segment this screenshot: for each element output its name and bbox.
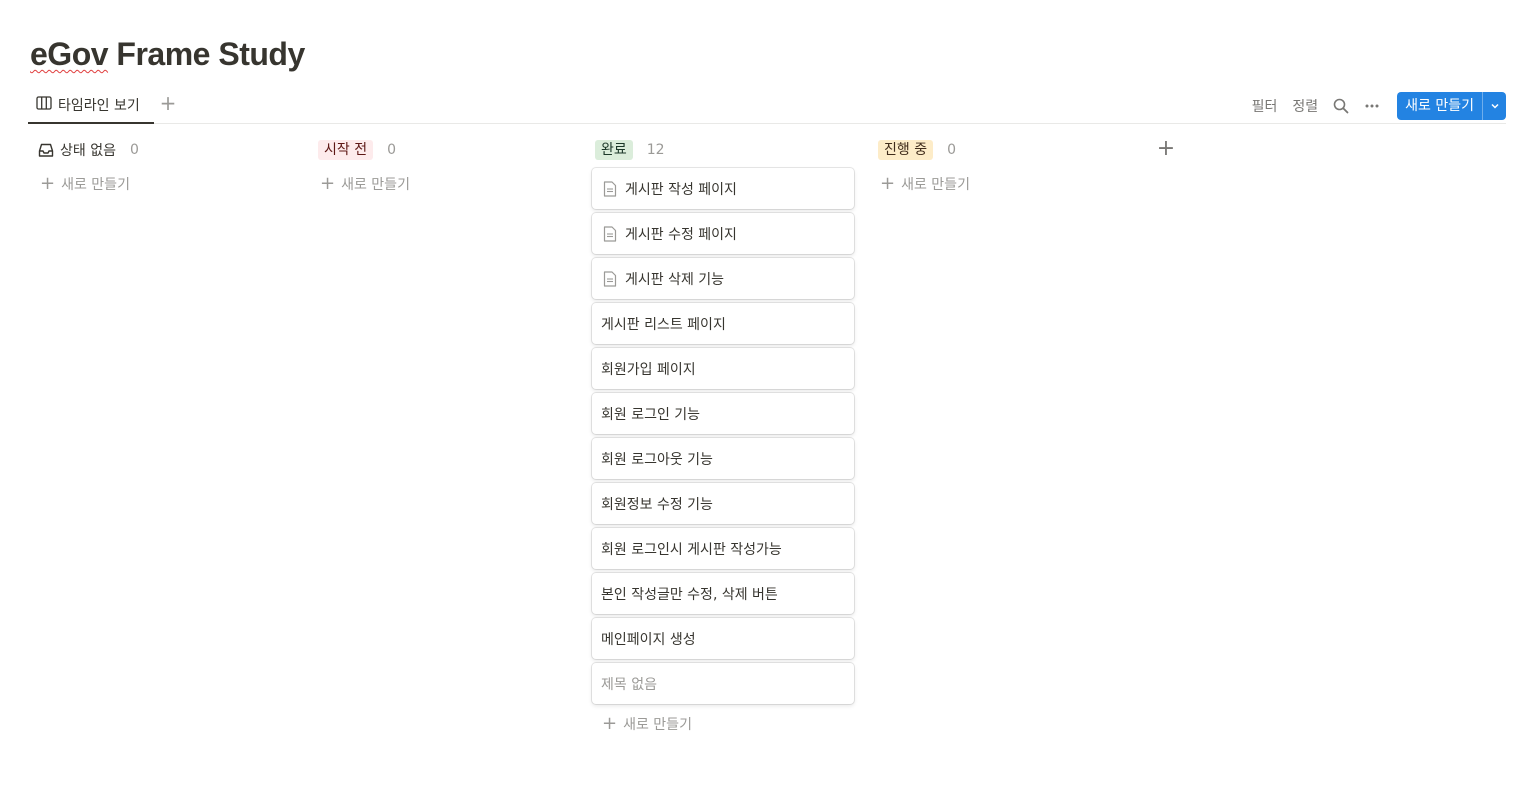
card-title: 회원 로그인 기능	[601, 406, 701, 423]
card-title: 회원 로그아웃 기능	[601, 451, 713, 468]
search-button[interactable]	[1333, 98, 1349, 114]
tab-timeline-view[interactable]: 타임라인 보기	[28, 88, 154, 124]
add-card-button[interactable]: + 새로 만들기	[310, 174, 572, 194]
plus-icon: +	[40, 173, 56, 194]
plus-icon: +	[602, 713, 618, 734]
add-card-label: 새로 만들기	[341, 177, 410, 193]
card-title: 게시판 삭제 기능	[625, 271, 725, 288]
column-count: 0	[129, 142, 139, 158]
card-title: 게시판 리스트 페이지	[601, 316, 726, 333]
board-card[interactable]: 회원 로그인 기능	[592, 393, 854, 434]
new-button-dropdown[interactable]	[1482, 92, 1506, 120]
status-tag: 완료	[595, 140, 633, 160]
column-count: 12	[646, 142, 665, 158]
card-title: 회원정보 수정 기능	[601, 496, 713, 513]
board-column-not-started: 시작 전 0 + 새로 만들기	[310, 138, 572, 194]
board-card-untitled[interactable]: 제목 없음	[592, 663, 854, 704]
column-count: 0	[947, 142, 957, 158]
status-tag: 진행 중	[878, 140, 934, 160]
column-header[interactable]: 상태 없음 0	[30, 138, 292, 162]
card-title: 게시판 수정 페이지	[625, 226, 737, 243]
board-card[interactable]: 회원 로그아웃 기능	[592, 438, 854, 479]
add-card-button[interactable]: + 새로 만들기	[30, 174, 292, 194]
card-title: 본인 작성글만 수정, 삭제 버튼	[601, 586, 778, 603]
board-card[interactable]: 회원정보 수정 기능	[592, 483, 854, 524]
add-card-button[interactable]: + 새로 만들기	[870, 174, 1132, 194]
plus-icon: +	[880, 173, 896, 194]
board-column-no-status: 상태 없음 0 + 새로 만들기	[30, 138, 292, 194]
new-button[interactable]: 새로 만들기	[1397, 92, 1506, 120]
card-title: 메인페이지 생성	[601, 631, 696, 648]
page-title-spellchecked-word: eGov	[30, 36, 109, 72]
add-group-button[interactable]: +	[1155, 138, 1177, 160]
column-header[interactable]: 시작 전 0	[310, 138, 572, 162]
board-card[interactable]: 게시판 리스트 페이지	[592, 303, 854, 344]
chevron-down-icon	[1490, 103, 1499, 109]
page-title[interactable]: eGov Frame Study	[30, 36, 305, 73]
board-card[interactable]: 메인페이지 생성	[592, 618, 854, 659]
column-title: 상태 없음	[60, 143, 116, 159]
sort-button[interactable]: 정렬	[1292, 96, 1318, 116]
card-title: 회원가입 페이지	[601, 361, 696, 378]
board-card[interactable]: 회원 로그인시 게시판 작성가능	[592, 528, 854, 569]
card-title: 제목 없음	[601, 676, 657, 693]
board-card[interactable]: 회원가입 페이지	[592, 348, 854, 389]
search-icon	[1333, 98, 1349, 114]
column-header[interactable]: 완료 12	[592, 138, 854, 162]
card-title: 게시판 작성 페이지	[625, 181, 737, 198]
add-view-button[interactable]: +	[158, 93, 178, 114]
view-tab-label: 타임라인 보기	[58, 98, 140, 114]
board-view-icon	[36, 96, 52, 110]
ellipsis-icon	[1365, 104, 1379, 108]
document-icon	[603, 270, 617, 287]
column-count: 0	[387, 142, 397, 158]
view-toolbar: 타임라인 보기 + 필터 정렬 새로 만들기	[28, 88, 1506, 124]
inbox-icon	[38, 143, 54, 157]
board-card[interactable]: 게시판 작성 페이지	[592, 168, 854, 209]
board-card[interactable]: 게시판 삭제 기능	[592, 258, 854, 299]
card-list: 게시판 작성 페이지 게시판 수정 페이지 게시판 삭제 기능 게시판 리스트 …	[592, 168, 854, 704]
status-tag: 시작 전	[318, 140, 374, 160]
more-options-button[interactable]	[1364, 98, 1380, 114]
document-icon	[603, 225, 617, 242]
add-card-label: 새로 만들기	[901, 177, 970, 193]
card-title: 회원 로그인시 게시판 작성가능	[601, 541, 782, 558]
column-header[interactable]: 진행 중 0	[870, 138, 1132, 162]
plus-icon: +	[320, 173, 336, 194]
board-card[interactable]: 게시판 수정 페이지	[592, 213, 854, 254]
add-card-button[interactable]: + 새로 만들기	[592, 714, 854, 734]
board-column-done: 완료 12 게시판 작성 페이지 게시판 수정 페이지 게시판 삭제 기능 게시…	[592, 138, 854, 734]
add-card-label: 새로 만들기	[623, 717, 692, 733]
filter-button[interactable]: 필터	[1252, 96, 1278, 116]
new-button-label: 새로 만들기	[1405, 98, 1474, 114]
board-card[interactable]: 본인 작성글만 수정, 삭제 버튼	[592, 573, 854, 614]
add-card-label: 새로 만들기	[61, 177, 130, 193]
board-column-in-progress: 진행 중 0 + 새로 만들기	[870, 138, 1132, 194]
document-icon	[603, 180, 617, 197]
